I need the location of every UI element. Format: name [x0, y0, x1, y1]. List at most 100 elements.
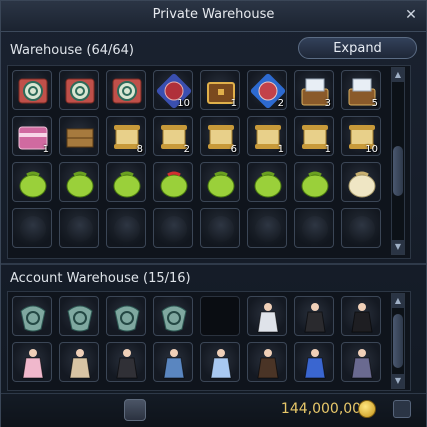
- warehouse-slot[interactable]: 8: [106, 116, 146, 156]
- warehouse-slot[interactable]: 2: [153, 116, 193, 156]
- warehouse-label: Warehouse (64/64): [10, 43, 134, 58]
- deposit-gold-button[interactable]: [124, 399, 146, 421]
- warehouse-slot[interactable]: [341, 208, 381, 248]
- private-warehouse-window: Private Warehouse ✕ Warehouse (64/64) Ex…: [0, 0, 427, 427]
- account-warehouse-slot[interactable]: [294, 296, 334, 336]
- rune-scroll-icon: [112, 78, 142, 104]
- account-warehouse-panel: [7, 291, 411, 391]
- teal-badge-icon: [67, 305, 93, 332]
- denim-outfit-icon: [163, 349, 185, 379]
- warehouse-slot[interactable]: [294, 208, 334, 248]
- warehouse-slot[interactable]: [106, 208, 146, 248]
- warehouse-slot[interactable]: [200, 208, 240, 248]
- item-quantity: 5: [371, 98, 378, 109]
- warehouse-slot[interactable]: 10: [153, 70, 193, 110]
- scroll-down-icon[interactable]: ▼: [392, 240, 404, 254]
- warehouse-slot[interactable]: [153, 162, 193, 202]
- warehouse-slot[interactable]: [59, 208, 99, 248]
- scroll-up-icon[interactable]: ▲: [392, 68, 404, 82]
- teal-badge-icon: [114, 305, 140, 332]
- warehouse-slot[interactable]: 6: [200, 116, 240, 156]
- item-quantity: 2: [183, 144, 190, 155]
- account-warehouse-slot[interactable]: [200, 342, 240, 382]
- item-quantity: 1: [277, 144, 284, 155]
- warehouse-slot[interactable]: 5: [341, 70, 381, 110]
- warehouse-slot[interactable]: [59, 116, 99, 156]
- account-warehouse-slot[interactable]: [12, 342, 52, 382]
- teal-badge-icon: [161, 305, 187, 332]
- item-quantity: 10: [177, 98, 190, 109]
- scroll-down-icon[interactable]: ▼: [392, 374, 404, 388]
- account-warehouse-slot[interactable]: [59, 342, 99, 382]
- warehouse-slot[interactable]: 1: [12, 116, 52, 156]
- white-dress-icon: [257, 303, 279, 333]
- warehouse-slot[interactable]: [294, 162, 334, 202]
- warehouse-slot[interactable]: [106, 70, 146, 110]
- account-warehouse-slot[interactable]: [341, 342, 381, 382]
- blue-sailor-icon: [304, 349, 326, 379]
- gold-amount: 144,000,000: [280, 401, 370, 417]
- account-scrollbar[interactable]: ▲ ▼: [391, 293, 405, 389]
- green-pouch-icon: [254, 171, 282, 198]
- sort-grid-icon[interactable]: [393, 400, 411, 418]
- warehouse-slot[interactable]: [247, 162, 287, 202]
- account-warehouse-slot[interactable]: [294, 342, 334, 382]
- teal-badge-icon: [20, 305, 46, 332]
- warehouse-slot[interactable]: 1: [294, 116, 334, 156]
- account-warehouse-slot[interactable]: [153, 296, 193, 336]
- black-dress-icon: [116, 349, 138, 379]
- scroll-thumb[interactable]: [393, 314, 403, 368]
- item-quantity: 10: [365, 144, 378, 155]
- account-warehouse-slot[interactable]: [341, 296, 381, 336]
- warehouse-slot[interactable]: [59, 162, 99, 202]
- account-warehouse-grid: [12, 296, 381, 382]
- black-outfit-icon: [304, 303, 326, 333]
- scroll-up-icon[interactable]: ▲: [392, 294, 404, 308]
- beige-coat-icon: [69, 349, 91, 379]
- window-title: Private Warehouse: [152, 7, 275, 22]
- warehouse-panel: 10 1 2 3 5 1 8 2 6 1 1 10: [7, 65, 411, 259]
- warehouse-slot[interactable]: [247, 208, 287, 248]
- warehouse-slot[interactable]: 3: [294, 70, 334, 110]
- expand-button[interactable]: Expand: [298, 37, 417, 59]
- warehouse-slot[interactable]: [106, 162, 146, 202]
- account-warehouse-slot[interactable]: [153, 342, 193, 382]
- item-quantity: 1: [42, 144, 49, 155]
- close-icon[interactable]: ✕: [402, 6, 420, 24]
- gothic-outfit-icon: [351, 349, 373, 379]
- green-pouch-icon: [19, 171, 47, 198]
- account-warehouse-slot[interactable]: [247, 296, 287, 336]
- account-warehouse-slot[interactable]: [12, 296, 52, 336]
- section-divider: [1, 263, 426, 265]
- warehouse-slot[interactable]: [153, 208, 193, 248]
- account-warehouse-slot[interactable]: [59, 296, 99, 336]
- item-quantity: 2: [277, 98, 284, 109]
- account-warehouse-slot[interactable]: [200, 296, 240, 336]
- title-bar[interactable]: Private Warehouse ✕: [1, 1, 426, 32]
- green-pouch-red-bow-icon: [160, 171, 188, 198]
- warehouse-slot[interactable]: [12, 70, 52, 110]
- warehouse-slot[interactable]: [200, 162, 240, 202]
- item-quantity: 6: [230, 144, 237, 155]
- account-warehouse-slot[interactable]: [247, 342, 287, 382]
- account-warehouse-label: Account Warehouse (15/16): [10, 271, 191, 286]
- warehouse-slot[interactable]: 2: [247, 70, 287, 110]
- warehouse-scrollbar[interactable]: ▲ ▼: [391, 67, 405, 255]
- green-pouch-icon: [207, 171, 235, 198]
- warehouse-slot[interactable]: [341, 162, 381, 202]
- warehouse-grid: 10 1 2 3 5 1 8 2 6 1 1 10: [12, 70, 381, 248]
- item-quantity: 1: [324, 144, 331, 155]
- rune-scroll-icon: [65, 78, 95, 104]
- account-warehouse-slot[interactable]: [106, 342, 146, 382]
- leather-outfit-icon: [257, 349, 279, 379]
- warehouse-slot[interactable]: 1: [200, 70, 240, 110]
- scroll-thumb[interactable]: [393, 146, 403, 196]
- warehouse-slot[interactable]: 10: [341, 116, 381, 156]
- warehouse-slot[interactable]: 1: [247, 116, 287, 156]
- warehouse-slot[interactable]: [12, 208, 52, 248]
- green-pouch-icon: [113, 171, 141, 198]
- account-warehouse-slot[interactable]: [106, 296, 146, 336]
- warehouse-slot[interactable]: [59, 70, 99, 110]
- green-pouch-icon: [66, 171, 94, 198]
- warehouse-slot[interactable]: [12, 162, 52, 202]
